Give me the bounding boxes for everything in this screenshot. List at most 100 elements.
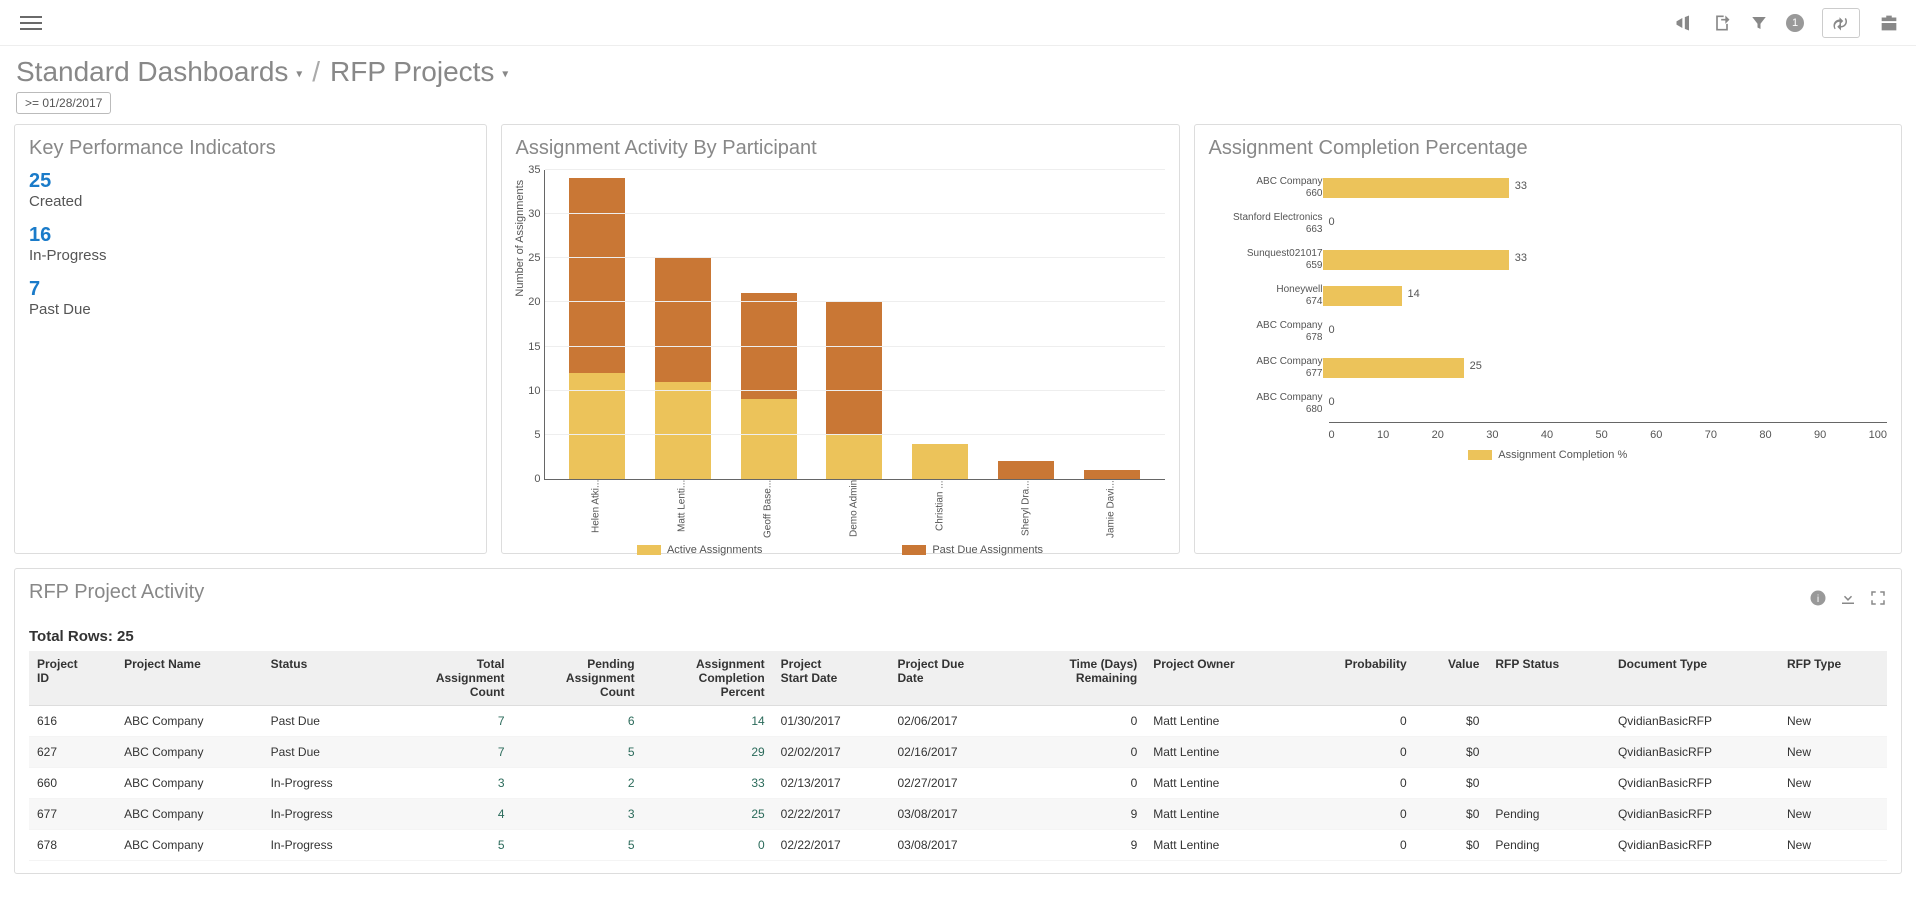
kpi-item[interactable]: 16 In-Progress [29,224,472,264]
table-header[interactable]: ProjectID [29,651,116,706]
hbar-row[interactable]: ABC Company660 33 [1329,170,1888,206]
svg-text:i: i [1817,592,1819,604]
x-tick: 0 [1329,429,1335,441]
hbar-value: 33 [1515,180,1527,192]
panel-title: RFP Project Activity [29,581,204,604]
download-icon[interactable] [1839,589,1857,607]
hbar-row[interactable]: Stanford Electronics663 0 [1329,206,1888,242]
table-header[interactable]: Time (Days)Remaining [1017,651,1146,706]
hbar-value: 14 [1408,288,1420,300]
table-header[interactable]: Probability [1295,651,1415,706]
x-label: Christian ... [912,480,968,540]
breadcrumb-level2[interactable]: RFP Projects ▾ [330,56,508,88]
kpi-value: 7 [29,278,472,301]
y-tick: 5 [523,429,541,441]
table-header[interactable]: Status [263,651,383,706]
hbar-fill [1323,286,1402,306]
hbar-label: ABC Company677 [1211,356,1323,380]
x-tick: 10 [1377,429,1389,441]
kpi-item[interactable]: 25 Created [29,170,472,210]
bar-group[interactable] [741,293,797,479]
total-rows-label: Total Rows: 25 [29,628,1887,645]
table-header[interactable]: AssignmentCompletionPercent [643,651,773,706]
table-header[interactable]: Project DueDate [890,651,1017,706]
bar-group[interactable] [912,444,968,479]
y-tick: 10 [523,385,541,397]
table-header[interactable]: PendingAssignmentCount [513,651,643,706]
date-filter-chip[interactable]: >= 01/28/2017 [16,92,111,114]
y-tick: 15 [523,341,541,353]
hbar-fill [1323,250,1509,270]
bar-group[interactable] [998,461,1054,479]
x-tick: 30 [1486,429,1498,441]
x-tick: 60 [1650,429,1662,441]
kpi-value: 16 [29,224,472,247]
legend-item[interactable]: Past Due Assignments [902,544,1043,556]
bar-segment-active [655,382,711,479]
hbar-row[interactable]: Honeywell674 14 [1329,278,1888,314]
table-header[interactable]: Project Name [116,651,263,706]
bar-segment-active [912,444,968,479]
breadcrumb-level1[interactable]: Standard Dashboards ▾ [16,56,302,88]
hbar-row[interactable]: ABC Company677 25 [1329,350,1888,386]
refresh-icon [1832,14,1850,32]
x-tick: 70 [1705,429,1717,441]
expand-icon[interactable] [1869,589,1887,607]
hbar-label: ABC Company680 [1211,392,1323,416]
hbar-value: 0 [1329,396,1335,408]
kpi-panel: Key Performance Indicators 25 Created 16 … [14,124,487,554]
x-tick: 40 [1541,429,1553,441]
chevron-down-icon: ▾ [296,67,302,81]
export-icon[interactable] [1712,13,1732,33]
y-tick: 0 [523,473,541,485]
kpi-label: In-Progress [29,247,472,264]
announce-icon[interactable] [1674,13,1694,33]
bar-group[interactable] [1084,470,1140,479]
project-table: ProjectIDProject NameStatusTotalAssignme… [29,651,1887,861]
info-icon[interactable]: i [1809,589,1827,607]
x-label: Geoff Base... [740,480,796,540]
x-tick: 90 [1814,429,1826,441]
project-activity-panel: RFP Project Activity i Total Rows: 25 Pr… [14,568,1902,874]
bar-segment-active [826,435,882,479]
table-row[interactable]: 616 ABC Company Past Due 7 6 14 01/30/20… [29,706,1887,737]
panel-title: Key Performance Indicators [29,137,472,160]
kpi-item[interactable]: 7 Past Due [29,278,472,318]
y-tick: 20 [523,296,541,308]
bar-segment-pastdue [655,258,711,382]
table-header[interactable]: RFP Status [1487,651,1610,706]
menu-button[interactable] [16,8,46,38]
filter-count-badge[interactable]: 1 [1786,14,1804,32]
x-tick: 100 [1869,429,1887,441]
table-header[interactable]: Project Owner [1145,651,1295,706]
table-header[interactable]: RFP Type [1779,651,1887,706]
x-tick: 20 [1432,429,1444,441]
table-row[interactable]: 678 ABC Company In-Progress 5 5 0 02/22/… [29,830,1887,861]
briefcase-icon[interactable] [1878,12,1900,34]
legend-item[interactable]: Assignment Completion % [1209,449,1888,461]
refresh-button[interactable] [1822,8,1860,38]
table-header[interactable]: TotalAssignmentCount [382,651,512,706]
table-header[interactable]: Document Type [1610,651,1779,706]
hbar-row[interactable]: ABC Company678 0 [1329,314,1888,350]
bar-segment-pastdue [998,461,1054,479]
table-row[interactable]: 627 ABC Company Past Due 7 5 29 02/02/20… [29,737,1887,768]
legend-item[interactable]: Active Assignments [637,544,762,556]
panel-title: Assignment Activity By Participant [516,137,1165,160]
completion-pct-panel: Assignment Completion Percentage ABC Com… [1194,124,1903,554]
hbar-value: 0 [1329,324,1335,336]
bar-segment-active [569,373,625,479]
table-row[interactable]: 677 ABC Company In-Progress 4 3 25 02/22… [29,799,1887,830]
x-label: Helen Atki... [568,480,624,540]
table-header[interactable]: ProjectStart Date [773,651,890,706]
bar-group[interactable] [655,258,711,479]
table-header[interactable]: Value [1415,651,1488,706]
hbar-row[interactable]: ABC Company680 0 [1329,386,1888,422]
y-tick: 30 [523,208,541,220]
hbar-row[interactable]: Sunquest021017659 33 [1329,242,1888,278]
table-row[interactable]: 660 ABC Company In-Progress 3 2 33 02/13… [29,768,1887,799]
filter-icon[interactable] [1750,14,1768,32]
hbar-label: Honeywell674 [1211,284,1323,308]
x-label: Matt Lenti... [654,480,710,540]
bar-segment-pastdue [569,178,625,373]
